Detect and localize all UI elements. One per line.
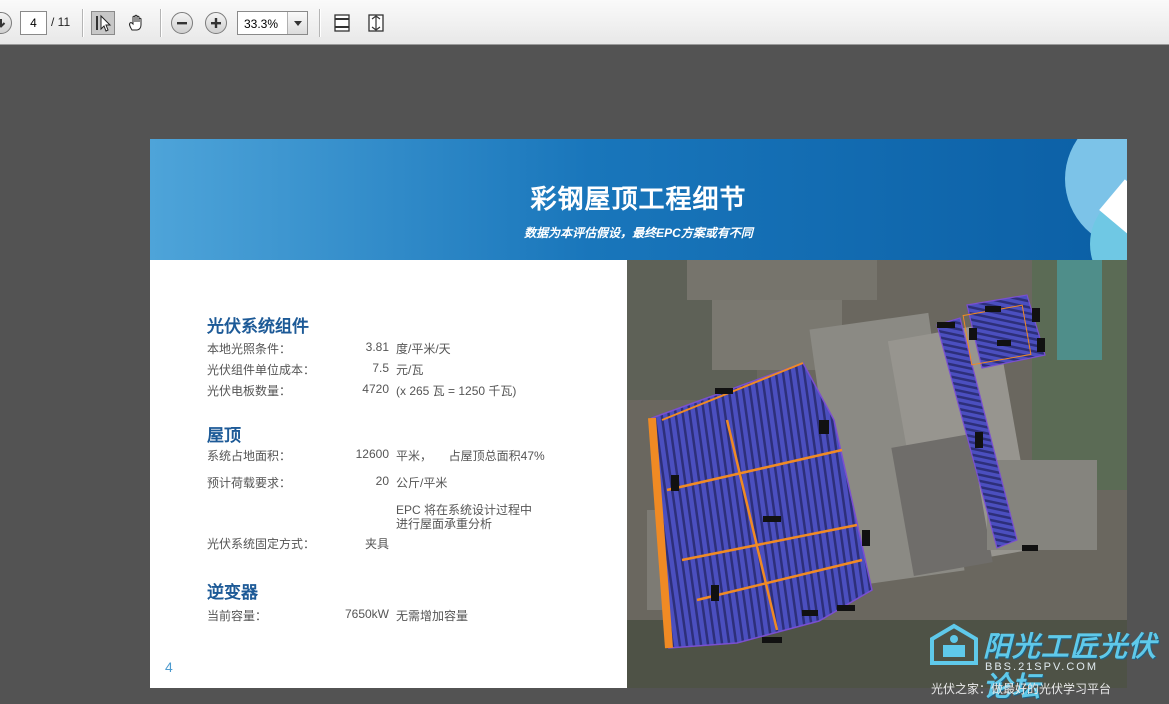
toolbar-separator bbox=[319, 9, 320, 37]
row-value: 12600 bbox=[355, 447, 389, 461]
watermark-url: BBS.21SPV.COM bbox=[985, 661, 1099, 673]
row-value: 7650kW bbox=[344, 607, 389, 621]
fit-page-icon bbox=[368, 14, 384, 32]
zoom-in-icon bbox=[205, 11, 227, 34]
details-panel: 光伏系统组件 本地光照条件： 3.81 度/平米/天 光伏组件单位成本： 7.5… bbox=[150, 260, 627, 688]
hand-tool-button[interactable] bbox=[124, 11, 148, 35]
page-number-input[interactable]: 4 bbox=[20, 11, 47, 35]
row-label: 本地光照条件： bbox=[207, 342, 292, 356]
row-unit: 度/平米/天 bbox=[396, 342, 451, 356]
row-unit: 公斤/平米 bbox=[396, 476, 448, 490]
zoom-out-button[interactable] bbox=[171, 0, 193, 45]
chevron-down-icon[interactable] bbox=[287, 12, 307, 34]
row-value: 3.81 bbox=[365, 340, 389, 354]
row-label: 光伏组件单位成本： bbox=[207, 363, 316, 377]
fit-width-button[interactable] bbox=[330, 11, 354, 35]
forum-watermark: 阳光工匠光伏论坛 BBS.21SPV.COM 光伏之家：做最好的光伏学习平台 bbox=[929, 623, 1164, 703]
zoom-select[interactable]: 33.3% bbox=[237, 11, 308, 35]
row-unit: (x 265 瓦 = 1250 千瓦) bbox=[396, 384, 517, 398]
row-label: 当前容量： bbox=[207, 609, 268, 623]
page-subtitle: 数据为本评估假设，最终EPC方案或有不同 bbox=[524, 226, 753, 240]
arrow-down-icon bbox=[0, 11, 12, 34]
section-heading-inverter: 逆变器 bbox=[207, 583, 258, 602]
pdf-page: 彩钢屋顶工程细节 数据为本评估假设，最终EPC方案或有不同 光伏系统组件 本地光… bbox=[150, 139, 1127, 688]
row-value: 夹具 bbox=[364, 537, 389, 551]
zoom-value: 33.3% bbox=[244, 17, 279, 31]
pdf-toolbar: 4 / 11 33.3% bbox=[0, 0, 1169, 45]
zoom-out-icon bbox=[171, 11, 193, 34]
forum-logo-icon bbox=[930, 623, 978, 665]
row-note: 进行屋面承重分析 bbox=[396, 517, 493, 531]
hand-icon bbox=[129, 14, 142, 31]
row-value: 7.5 bbox=[372, 361, 389, 375]
section-heading-roof: 屋顶 bbox=[207, 426, 241, 445]
row-label: 光伏系统固定方式： bbox=[207, 537, 316, 551]
section-heading-pv: 光伏系统组件 bbox=[207, 317, 309, 336]
watermark-tagline: 光伏之家：做最好的光伏学习平台 bbox=[931, 682, 1112, 696]
row-unit: 平米， 占屋顶总面积47% bbox=[396, 449, 545, 463]
page-total-label: / 11 bbox=[51, 15, 71, 29]
prev-page-button[interactable] bbox=[0, 0, 12, 45]
page-title: 彩钢屋顶工程细节 bbox=[530, 184, 747, 214]
row-unit: 元/瓦 bbox=[396, 363, 424, 377]
fit-width-icon bbox=[334, 14, 350, 32]
row-label: 系统占地面积： bbox=[207, 449, 292, 463]
row-label: 光伏电板数量： bbox=[207, 384, 292, 398]
toolbar-separator bbox=[82, 9, 83, 37]
select-tool-button[interactable] bbox=[91, 11, 115, 35]
toolbar-separator bbox=[160, 9, 161, 37]
row-value: 20 bbox=[375, 474, 389, 488]
select-cursor-icon bbox=[96, 14, 112, 32]
row-label: 预计荷载要求： bbox=[207, 476, 292, 490]
page-number: 4 bbox=[165, 659, 173, 675]
title-banner: 彩钢屋顶工程细节 数据为本评估假设，最终EPC方案或有不同 bbox=[150, 139, 1127, 260]
zoom-in-button[interactable] bbox=[205, 0, 227, 45]
row-value: 4720 bbox=[362, 382, 389, 396]
row-unit: 无需增加容量 bbox=[396, 609, 469, 623]
fit-page-button[interactable] bbox=[364, 11, 388, 35]
